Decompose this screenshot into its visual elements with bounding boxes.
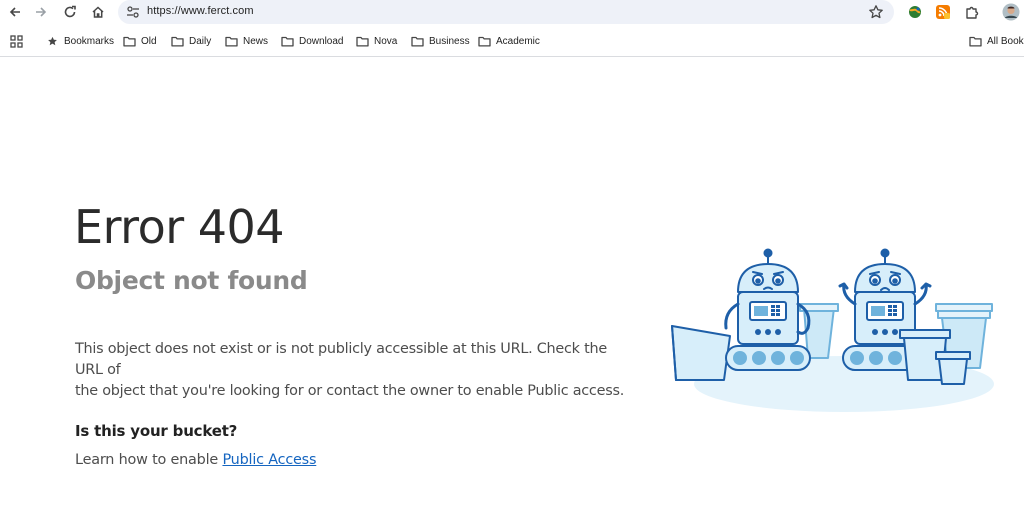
address-bar[interactable]: https://www.ferct.com [118, 0, 894, 24]
error-description-line-1: This object does not exist or is not pub… [75, 341, 607, 378]
extension-rss-icon[interactable] [931, 1, 955, 23]
page-title: Error 404 [74, 200, 285, 254]
error-description-line-2: the object that you're looking for or co… [75, 383, 625, 399]
folder-icon [123, 36, 136, 47]
toolbar-divider [0, 56, 1024, 57]
profile-avatar[interactable] [1000, 1, 1022, 23]
folder-icon [411, 36, 424, 47]
robots-illustration [671, 248, 994, 412]
all-bookmarks-button[interactable]: All Bookm [969, 33, 1024, 49]
extension-globe-icon[interactable] [903, 1, 927, 23]
folder-icon [171, 36, 184, 47]
reload-icon[interactable] [58, 1, 82, 23]
learn-more-text: Learn how to enable Public Access [75, 452, 316, 468]
folder-icon [281, 36, 294, 47]
public-access-link[interactable]: Public Access [222, 452, 316, 468]
forward-icon[interactable] [29, 1, 53, 23]
apps-grid-icon[interactable] [10, 33, 23, 49]
browser-toolbar: https://www.ferct.com [0, 0, 1024, 25]
learn-more-prefix: Learn how to enable [75, 452, 223, 468]
folder-icon [969, 36, 982, 47]
back-icon[interactable] [3, 1, 27, 23]
error-description: This object does not exist or is not pub… [75, 339, 635, 402]
star-icon [48, 36, 57, 45]
bookmark-item-daily[interactable]: Daily [171, 33, 211, 49]
bookmark-item-download[interactable]: Download [281, 33, 343, 49]
url-text: https://www.ferct.com [147, 5, 254, 17]
folder-icon [478, 36, 491, 47]
home-icon[interactable] [86, 1, 110, 23]
folder-icon [225, 36, 238, 47]
folder-icon [356, 36, 369, 47]
page-subtitle: Object not found [75, 266, 308, 295]
bookmark-star-icon[interactable] [868, 4, 884, 20]
bookmark-item-bookmarks[interactable]: Bookmarks [46, 33, 114, 49]
bookmark-item-old[interactable]: Old [123, 33, 157, 49]
bookmark-item-nova[interactable]: Nova [356, 33, 397, 49]
bookmark-item-news[interactable]: News [225, 33, 268, 49]
bookmarks-bar: Bookmarks Old Daily News Download Nova B… [0, 28, 1024, 54]
bucket-question: Is this your bucket? [75, 422, 238, 440]
extensions-puzzle-icon[interactable] [960, 1, 984, 23]
bookmark-item-business[interactable]: Business [411, 33, 470, 49]
bookmark-item-academic[interactable]: Academic [478, 33, 540, 49]
site-settings-icon[interactable] [126, 5, 140, 19]
